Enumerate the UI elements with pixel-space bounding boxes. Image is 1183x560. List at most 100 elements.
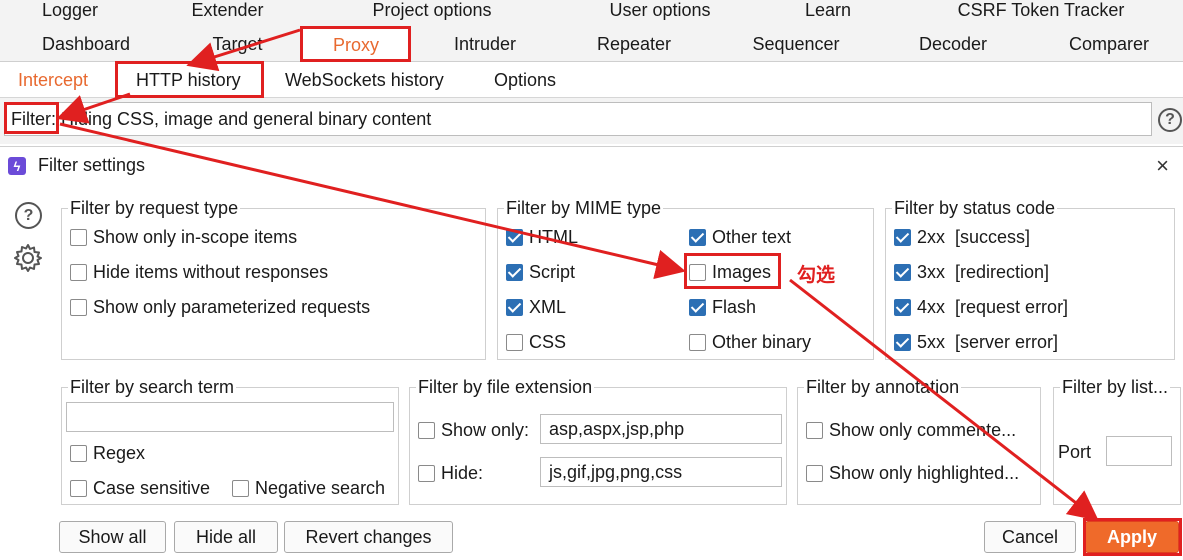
revert-changes-button[interactable]: Revert changes: [284, 521, 453, 553]
checkbox-box[interactable]: [894, 334, 911, 351]
group-search-term: Filter by search term Regex Case sensiti…: [61, 376, 399, 505]
checkbox-label: CSS: [529, 332, 567, 352]
checkbox-images[interactable]: Images: [689, 262, 771, 283]
tab-learn[interactable]: Learn: [790, 0, 866, 24]
checkbox-box[interactable]: [70, 480, 87, 497]
tab-comparer[interactable]: Comparer: [1050, 28, 1168, 61]
checkbox-label: Negative search: [255, 478, 386, 498]
checkbox-box[interactable]: [506, 299, 523, 316]
tab-dashboard[interactable]: Dashboard: [20, 28, 152, 61]
checkbox-5xx[interactable]: 5xx [server error]: [894, 332, 1058, 353]
checkbox-html[interactable]: HTML: [506, 227, 578, 248]
subtab-http-history[interactable]: HTTP history: [136, 62, 241, 98]
filter-summary[interactable]: Filter: Hiding CSS, image and general bi…: [4, 102, 1152, 136]
tab-extender[interactable]: Extender: [170, 0, 285, 24]
checkbox-xml[interactable]: XML: [506, 297, 566, 318]
checkbox-box[interactable]: [689, 334, 706, 351]
checkbox-box[interactable]: [70, 229, 87, 246]
checkbox-other-text[interactable]: Other text: [689, 227, 791, 248]
hide-extensions-input[interactable]: js,gif,jpg,png,css: [540, 457, 782, 487]
subtab-intercept[interactable]: Intercept: [18, 62, 88, 98]
checkbox-3xx[interactable]: 3xx [redirection]: [894, 262, 1049, 283]
apply-button[interactable]: Apply: [1085, 521, 1179, 553]
checkbox-regex[interactable]: Regex: [70, 443, 145, 464]
port-input[interactable]: [1106, 436, 1172, 466]
tab-decoder[interactable]: Decoder: [900, 28, 1006, 61]
checkbox-label: Script: [529, 262, 576, 282]
checkbox-box[interactable]: [506, 264, 523, 281]
group-title: Filter by file extension: [416, 376, 595, 398]
checkbox-flash[interactable]: Flash: [689, 297, 756, 318]
checkbox-negative-search[interactable]: Negative search: [232, 478, 385, 499]
checkbox-hide-ext[interactable]: Hide:: [418, 463, 483, 484]
checkbox-label: 5xx [server error]: [917, 332, 1059, 352]
gear-icon[interactable]: [13, 243, 43, 273]
checkbox-box[interactable]: [70, 299, 87, 316]
checkbox-box[interactable]: [806, 465, 823, 482]
checkbox-4xx[interactable]: 4xx [request error]: [894, 297, 1068, 318]
checkbox-other-binary[interactable]: Other binary: [689, 332, 811, 353]
checkbox-box[interactable]: [506, 229, 523, 246]
tab-logger[interactable]: Logger: [20, 0, 120, 24]
tab-repeater[interactable]: Repeater: [580, 28, 688, 61]
subtab-options[interactable]: Options: [494, 62, 556, 98]
checkbox-label: Case sensitive: [93, 478, 211, 498]
checkbox-box[interactable]: [689, 299, 706, 316]
group-title: Filter by status code: [892, 197, 1058, 219]
checkbox-box[interactable]: [418, 465, 435, 482]
subtab-websockets-history[interactable]: WebSockets history: [285, 62, 444, 98]
checkbox-label: Show only commente...: [829, 420, 1017, 440]
show-all-button[interactable]: Show all: [59, 521, 166, 553]
checkbox-box[interactable]: [418, 422, 435, 439]
filter-settings-header: ϟ Filter settings ×: [0, 146, 1183, 184]
search-input[interactable]: [66, 402, 394, 432]
group-request-type: Filter by request type Show only in-scop…: [61, 197, 486, 360]
checkbox-label: 4xx [request error]: [917, 297, 1069, 317]
checkbox-box[interactable]: [689, 229, 706, 246]
show-only-extensions-input[interactable]: asp,aspx,jsp,php: [540, 414, 782, 444]
tab-user-options[interactable]: User options: [590, 0, 730, 24]
group-file-extension: Filter by file extension Show only: asp,…: [409, 376, 787, 505]
checkbox-label: Show only parameterized requests: [93, 297, 371, 317]
checkbox-parameterized[interactable]: Show only parameterized requests: [70, 297, 370, 318]
checkbox-css[interactable]: CSS: [506, 332, 566, 353]
hide-all-button[interactable]: Hide all: [174, 521, 278, 553]
checkbox-label: Other binary: [712, 332, 812, 352]
dialog-help-icon[interactable]: ?: [15, 202, 42, 229]
checkbox-commented[interactable]: Show only commente...: [806, 420, 1016, 441]
tab-proxy[interactable]: Proxy: [302, 28, 410, 63]
tab-target[interactable]: Target: [190, 28, 285, 61]
checkbox-box[interactable]: [232, 480, 249, 497]
tab-csrf-token-tracker[interactable]: CSRF Token Tracker: [940, 0, 1142, 24]
proxy-subtabs: Intercept HTTP history WebSockets histor…: [0, 62, 1183, 98]
tab-sequencer[interactable]: Sequencer: [735, 28, 857, 61]
checkbox-box[interactable]: [689, 264, 706, 281]
close-icon[interactable]: ×: [1156, 153, 1169, 179]
checkbox-in-scope[interactable]: Show only in-scope items: [70, 227, 297, 248]
filter-bar: Filter: Hiding CSS, image and general bi…: [0, 98, 1183, 144]
tab-row-main: Dashboard Target Proxy Intruder Repeater…: [0, 28, 1183, 63]
checkbox-script[interactable]: Script: [506, 262, 575, 283]
checkbox-2xx[interactable]: 2xx [success]: [894, 227, 1030, 248]
checkbox-label: Hide:: [441, 463, 484, 483]
checkbox-box[interactable]: [70, 445, 87, 462]
checkbox-box[interactable]: [70, 264, 87, 281]
checkbox-box[interactable]: [806, 422, 823, 439]
checkbox-box[interactable]: [506, 334, 523, 351]
checkbox-highlighted[interactable]: Show only highlighted...: [806, 463, 1019, 484]
tab-project-options[interactable]: Project options: [352, 0, 512, 24]
cancel-button[interactable]: Cancel: [984, 521, 1076, 553]
checkbox-case-sensitive[interactable]: Case sensitive: [70, 478, 210, 499]
checkbox-box[interactable]: [894, 264, 911, 281]
help-icon[interactable]: ?: [1158, 108, 1182, 132]
checkbox-show-only-ext[interactable]: Show only:: [418, 420, 529, 441]
checkbox-label: Show only in-scope items: [93, 227, 298, 247]
checkbox-box[interactable]: [894, 229, 911, 246]
checkbox-label: Hide items without responses: [93, 262, 329, 282]
checkbox-label: Regex: [93, 443, 146, 463]
checkbox-label: HTML: [529, 227, 578, 247]
checkbox-box[interactable]: [894, 299, 911, 316]
dialog-title: Filter settings: [38, 155, 146, 175]
checkbox-hide-no-response[interactable]: Hide items without responses: [70, 262, 328, 283]
tab-intruder[interactable]: Intruder: [430, 28, 540, 61]
